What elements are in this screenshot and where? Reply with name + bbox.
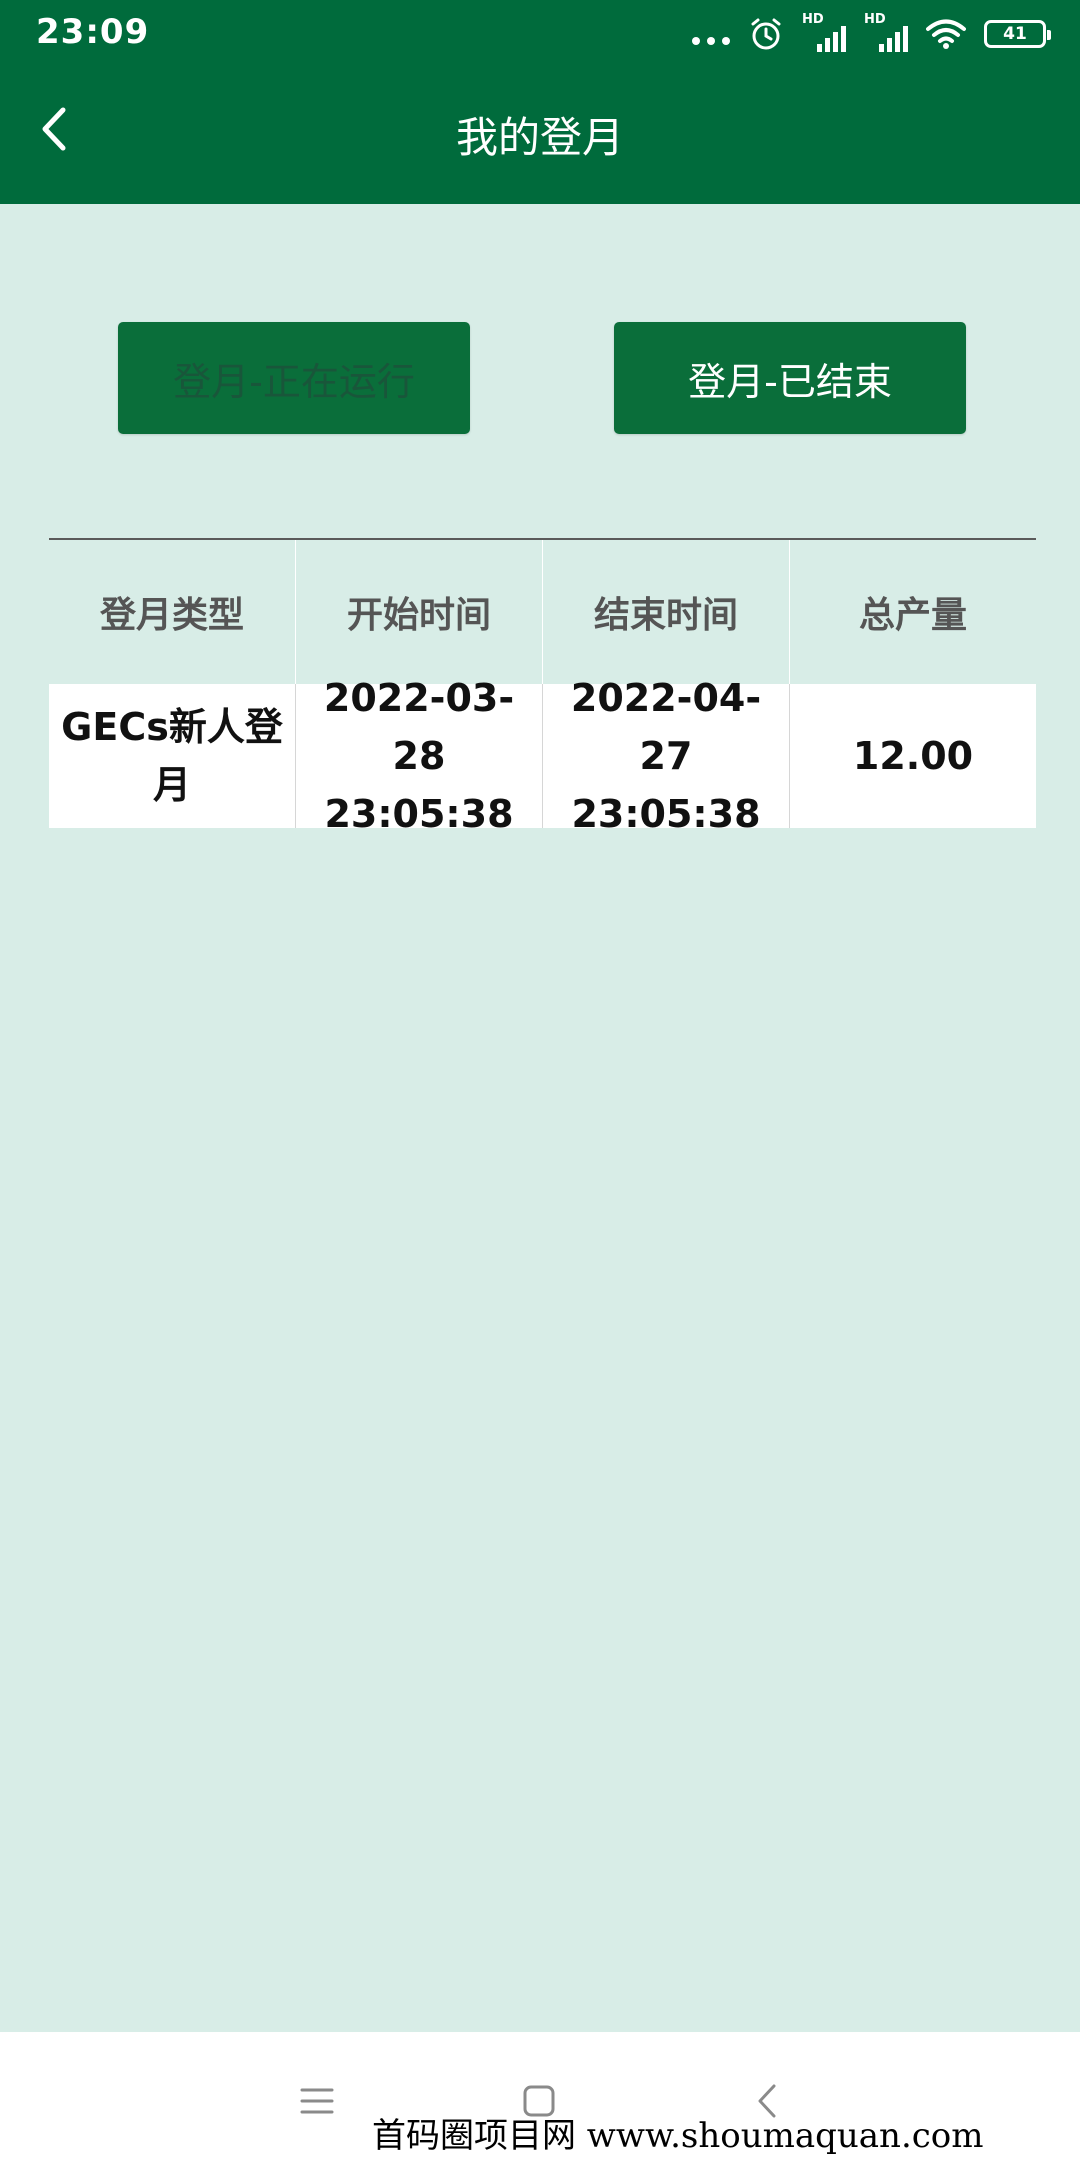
header-type: 登月类型 <box>49 540 296 684</box>
cell-type: GECs新人登 月 <box>49 684 296 828</box>
cell-start-time: 2022-03-28 23:05:38 <box>296 676 543 836</box>
app-bar: 我的登月 <box>0 66 1080 204</box>
cell-total: 12.00 <box>852 734 974 778</box>
status-bar: 23:09 HD HD 41 <box>0 0 1080 66</box>
wifi-icon <box>926 19 966 49</box>
header-start-time: 开始时间 <box>296 540 543 684</box>
watermark-text: 首码圈项目网 www.shoumaquan.com <box>372 2116 984 2156</box>
nav-menu-button[interactable] <box>292 2076 342 2126</box>
battery-level: 41 <box>1003 24 1027 44</box>
status-time: 23:09 <box>36 12 150 52</box>
more-dots-icon <box>692 37 730 45</box>
table-row: GECs新人登 月 2022-03-28 23:05:38 2022-04-27… <box>49 676 1036 836</box>
tab-running[interactable]: 登月-正在运行 <box>118 322 470 434</box>
battery-icon: 41 <box>984 20 1051 48</box>
alarm-icon <box>751 18 781 50</box>
signal-hd-icon: HD <box>864 12 908 54</box>
tab-ended[interactable]: 登月-已结束 <box>614 322 966 434</box>
menu-icon <box>300 2088 334 2114</box>
cell-end-time: 2022-04-27 23:05:38 <box>543 676 790 836</box>
moon-landing-table: 登月类型 开始时间 结束时间 总产量 GECs新人登 月 2022-03-28 … <box>49 538 1036 836</box>
signal-hd-icon: HD <box>802 12 846 54</box>
table-header: 登月类型 开始时间 结束时间 总产量 <box>49 540 1036 684</box>
app-header: 23:09 HD HD 41 我的登月 <box>0 0 1080 204</box>
header-total: 总产量 <box>858 595 967 636</box>
page-title: 我的登月 <box>455 113 624 162</box>
status-icons: HD HD 41 <box>692 12 1051 56</box>
header-end-time: 结束时间 <box>543 540 790 684</box>
